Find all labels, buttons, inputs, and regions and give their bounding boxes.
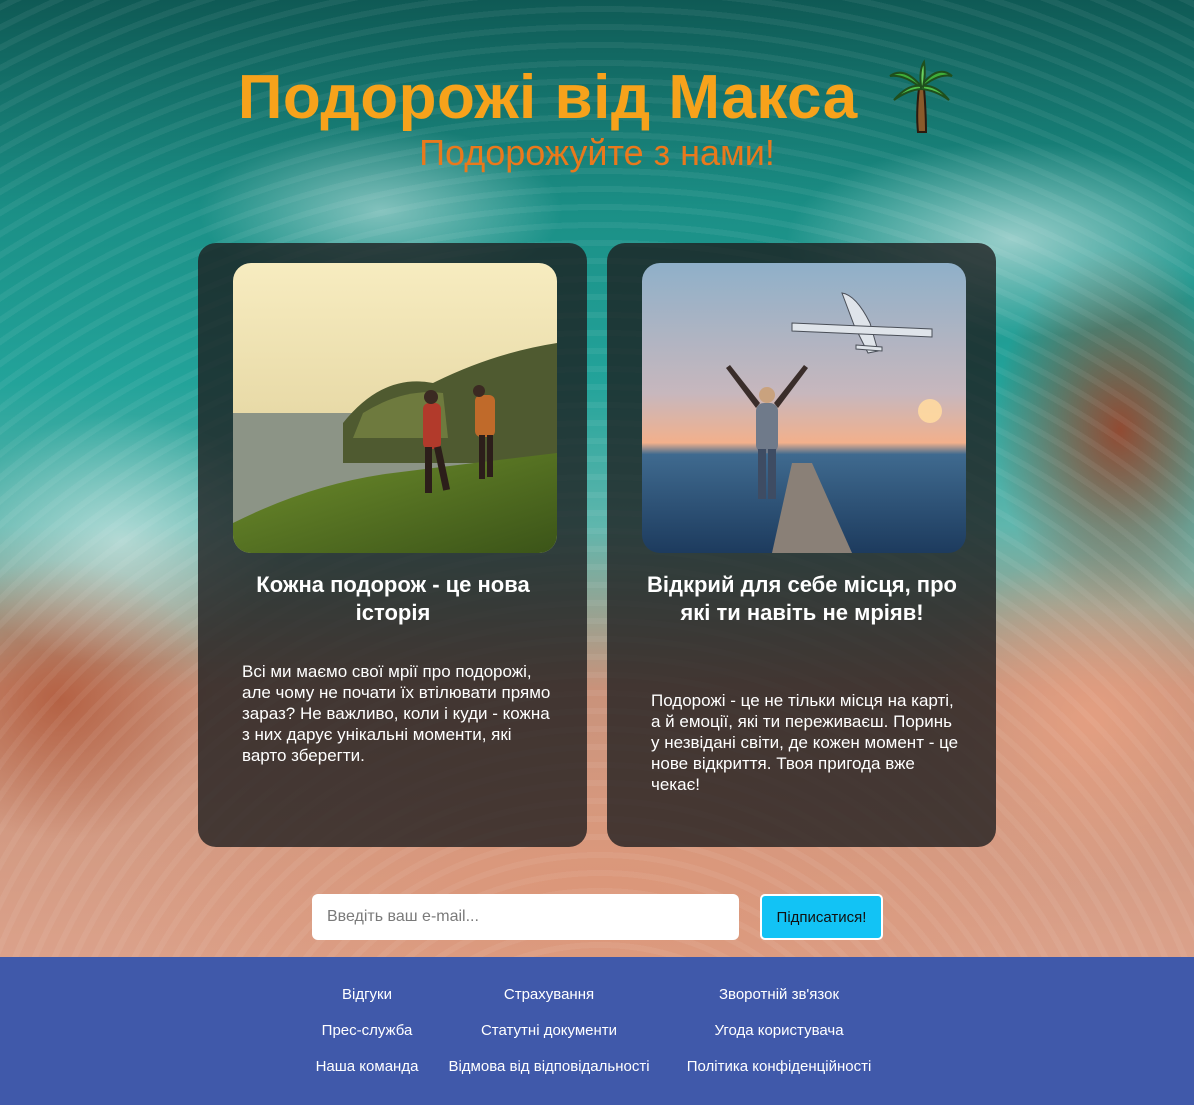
- airplane-photo: [642, 263, 966, 553]
- discover-card: Відкрий для себе місця, про які ти навіт…: [607, 243, 996, 847]
- hikers-photo: [233, 263, 557, 553]
- footer-link-insurance[interactable]: Страхування: [504, 986, 594, 1003]
- palm-tree-icon: [886, 58, 956, 136]
- page-title: Подорожі від Макса: [237, 62, 858, 132]
- card-title: Відкрий для себе місця, про які ти навіт…: [647, 572, 957, 625]
- footer-link-privacy-policy[interactable]: Політика конфіденційності: [687, 1058, 872, 1075]
- subscribe-button[interactable]: Підписатися!: [760, 894, 883, 940]
- card-title: Кожна подорож - це нова історія: [256, 572, 530, 625]
- email-field[interactable]: [312, 894, 739, 940]
- footer-link-our-team[interactable]: Наша команда: [316, 1058, 419, 1075]
- header: Подорожі від Макса: [0, 58, 1194, 136]
- footer-link-feedback[interactable]: Зворотній зв'язок: [719, 986, 839, 1003]
- card-text: Всі ми маємо свої мрії про подорожі, але…: [242, 662, 551, 765]
- page-subtitle: Подорожуйте з нами!: [419, 132, 775, 173]
- footer-link-disclaimer[interactable]: Відмова від відповідальності: [448, 1058, 649, 1075]
- footer-link-reviews[interactable]: Відгуки: [342, 986, 392, 1003]
- footer-link-statutory-documents[interactable]: Статутні документи: [481, 1022, 617, 1039]
- footer-link-press[interactable]: Прес-служба: [322, 1022, 413, 1039]
- card-text: Подорожі - це не тільки місця на карті, …: [651, 691, 959, 794]
- footer: Відгуки Страхування Зворотній зв'язок Пр…: [0, 957, 1194, 1105]
- footer-link-user-agreement[interactable]: Угода користувача: [714, 1022, 843, 1039]
- story-card: Кожна подорож - це нова історія Всі ми м…: [198, 243, 587, 847]
